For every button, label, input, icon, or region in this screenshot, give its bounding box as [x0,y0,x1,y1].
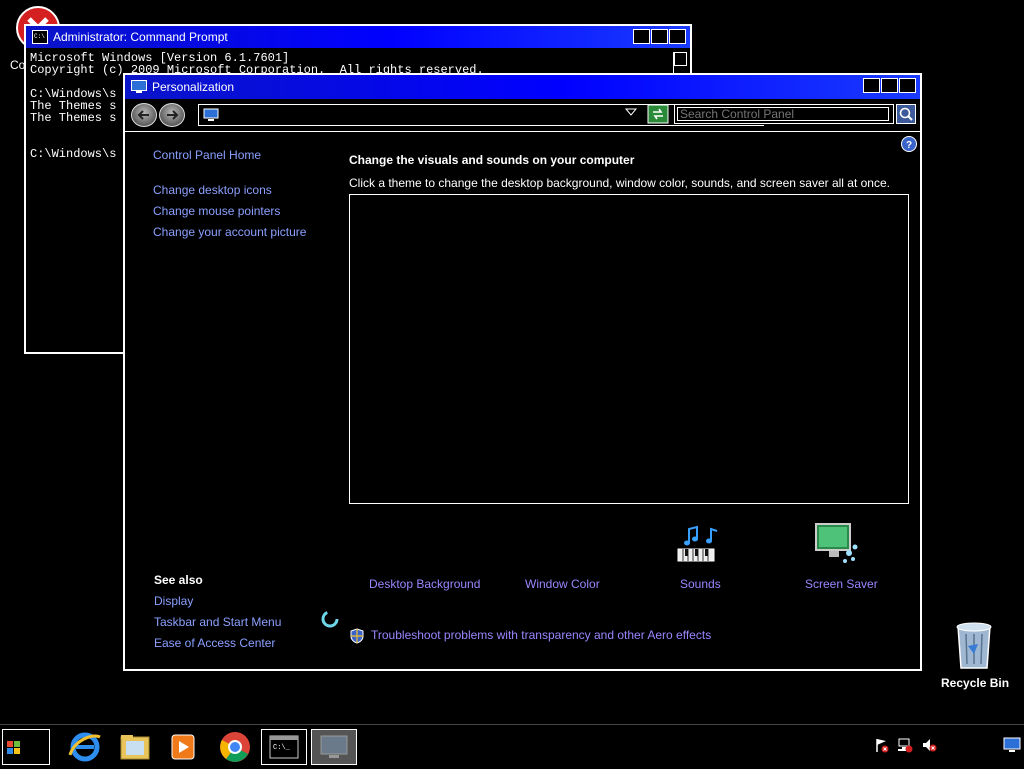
chevron-down-icon [624,108,638,116]
help-icon[interactable]: ? [901,136,917,152]
control-panel-icon [203,108,219,121]
search-input[interactable] [677,107,889,121]
loading-spinner-icon [321,610,339,628]
maximize-button[interactable] [881,78,898,93]
ease-of-access-link[interactable]: Ease of Access Center [154,636,275,650]
internet-explorer-icon [68,732,101,762]
page-description: Click a theme to change the desktop back… [349,176,890,190]
personalization-icon [131,80,147,93]
svg-text:C:\: C:\ [34,33,45,40]
change-account-picture-link[interactable]: Change your account picture [153,225,306,239]
minimize-button[interactable] [633,29,650,44]
volume-muted-icon[interactable] [921,737,937,753]
taskbar-start-menu-link[interactable]: Taskbar and Start Menu [154,615,281,629]
back-button[interactable] [131,103,157,127]
search-box[interactable] [674,104,894,124]
desktop-background-link[interactable]: Desktop Background [369,577,480,591]
close-button[interactable] [669,29,686,44]
control-panel-home-link[interactable]: Control Panel Home [153,148,261,162]
file-explorer-icon [120,735,150,760]
change-mouse-pointers-link[interactable]: Change mouse pointers [153,204,280,218]
minimize-button[interactable] [863,78,880,93]
action-center-icon[interactable] [874,737,890,753]
personalization-icon [320,735,348,758]
internet-explorer-button[interactable] [62,729,108,765]
media-player-icon [171,734,195,760]
refresh-button[interactable] [647,104,669,124]
cmd-title: Administrator: Command Prompt [53,30,228,44]
display-link[interactable]: Display [154,594,193,608]
cmd-titlebar[interactable]: C:\ Administrator: Command Prompt [26,26,690,48]
command-prompt-icon: C:\_ [269,735,299,759]
search-button[interactable] [896,104,916,124]
screen-saver-icon[interactable] [813,521,861,569]
show-desktop-icon[interactable] [1003,737,1021,753]
arrow-left-icon [137,110,149,120]
network-icon[interactable] [897,737,913,753]
maximize-button[interactable] [651,29,668,44]
arrow-right-icon [167,110,179,120]
sounds-icon[interactable] [675,523,723,567]
themes-list[interactable] [349,194,909,504]
start-button[interactable] [2,729,50,765]
personalization-titlebar[interactable]: Personalization [125,75,920,99]
recycle-bin-label: Recycle Bin [941,676,1010,690]
chrome-button[interactable] [212,729,258,765]
troubleshoot-aero-link[interactable]: Troubleshoot problems with transparency … [371,628,711,642]
forward-button[interactable] [159,103,185,127]
command-prompt-icon: C:\ [32,30,48,44]
address-bar-area [125,99,920,132]
screen-saver-link[interactable]: Screen Saver [805,577,878,591]
taskbar: C:\_ [0,724,1024,769]
windows-logo-icon [7,741,20,754]
personalization-title: Personalization [152,80,235,94]
see-also-heading: See also [154,573,203,587]
shield-icon [350,628,364,644]
svg-text:?: ? [906,140,912,151]
search-icon [899,107,913,121]
window-color-link[interactable]: Window Color [525,577,600,591]
file-explorer-button[interactable] [112,729,158,765]
scrollbar-thumb[interactable] [674,52,687,66]
change-desktop-icons-link[interactable]: Change desktop icons [153,183,272,197]
recycle-bin-icon[interactable] [944,622,1004,670]
media-player-button[interactable] [160,729,206,765]
sounds-link[interactable]: Sounds [680,577,721,591]
personalization-window[interactable]: Personalization Search Control Panel ? C… [123,73,922,671]
address-dropdown-button[interactable] [624,107,639,121]
refresh-icon [647,104,669,124]
close-button[interactable] [899,78,916,93]
svg-text:C:\_: C:\_ [273,744,291,752]
personalization-taskbar-button[interactable] [311,729,357,765]
command-prompt-taskbar-button[interactable]: C:\_ [261,729,307,765]
page-title: Change the visuals and sounds on your co… [349,153,635,167]
chrome-icon [220,732,250,762]
